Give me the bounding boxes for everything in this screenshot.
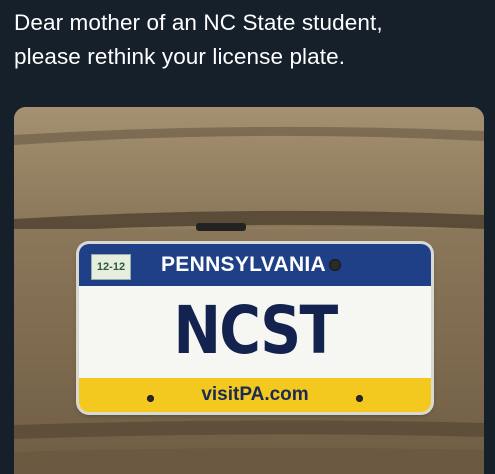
registration-sticker: 12-12 [91, 254, 131, 280]
plate-website: visitPA.com [201, 384, 309, 405]
post-photo[interactable]: 12-12 PENNSYLVANIA NCST MOM visitPA.com [14, 107, 484, 474]
plate-state-name: PENNSYLVANIA [161, 253, 327, 276]
license-plate: 12-12 PENNSYLVANIA NCST MOM visitPA.com [79, 244, 431, 412]
post-caption: Dear mother of an NC State student, plea… [14, 6, 484, 74]
caption-line-1: Dear mother of an NC State student, [14, 10, 383, 35]
caption-line-2: please rethink your license plate. [14, 44, 346, 69]
plate-bolt-icon [329, 259, 341, 271]
